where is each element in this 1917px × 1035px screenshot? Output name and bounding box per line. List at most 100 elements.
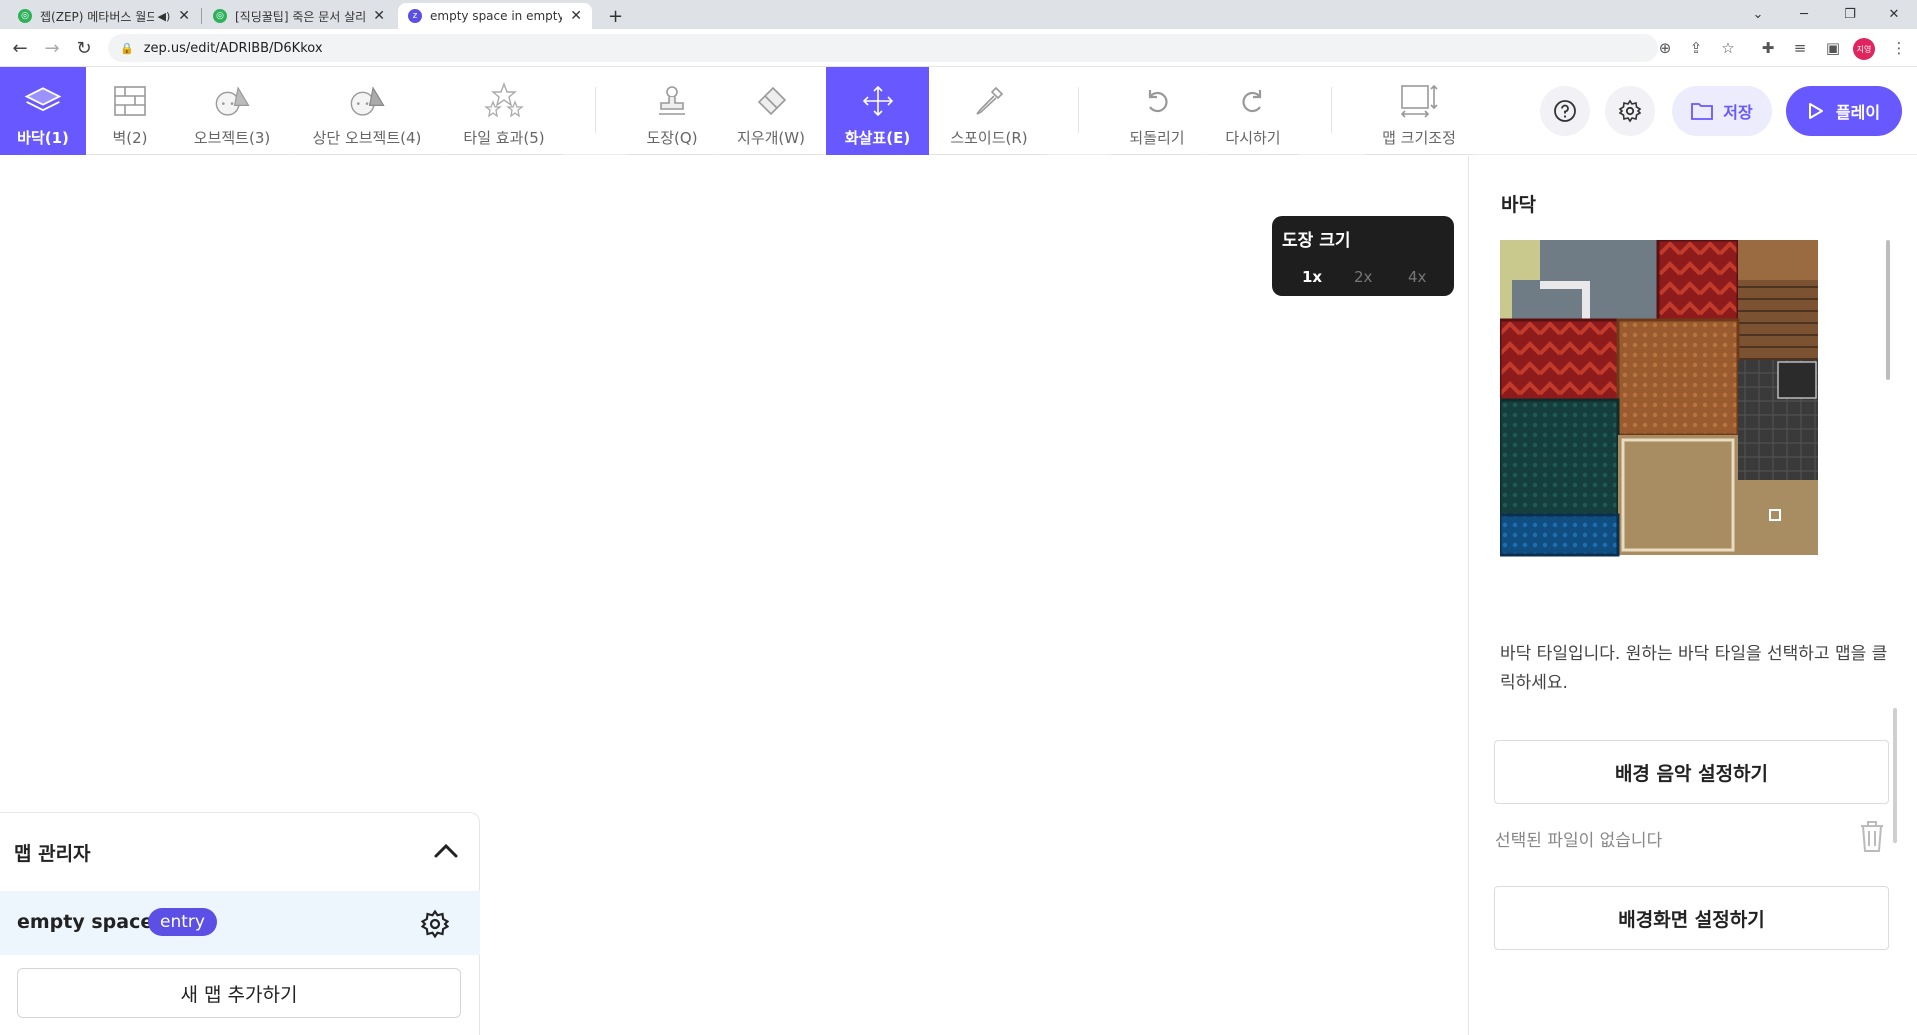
bookmark-star-icon[interactable]: ☆ xyxy=(1714,34,1742,62)
profile-avatar[interactable]: 지영 xyxy=(1853,38,1875,60)
undo-icon xyxy=(1137,81,1177,121)
redo-label: 다시하기 xyxy=(1225,129,1281,147)
tile-effect-stars-icon xyxy=(484,81,524,121)
layer-tile-effect-button[interactable]: 타일 효과(5) xyxy=(444,67,564,155)
url-text: zep.us/edit/ADRlBB/D6Kkox xyxy=(143,40,323,56)
tab-title: empty space in empty space - Z xyxy=(430,9,563,23)
layer-label: 상단 오브젝트(4) xyxy=(312,129,422,147)
layer-label: 바닥(1) xyxy=(17,129,69,147)
background-settings-button[interactable]: 배경화면 설정하기 xyxy=(1494,886,1889,950)
tab-search-icon[interactable]: ⌄ xyxy=(1735,0,1781,29)
tool-label: 도장(Q) xyxy=(646,129,698,147)
tool-eyedropper-button[interactable]: 스포이드(R) xyxy=(931,67,1047,155)
layer-label: 오브젝트(3) xyxy=(193,129,271,147)
tab-title: 젭(ZEP) 메타버스 월드 만들 xyxy=(40,9,154,24)
brush-size-title: 도장 크기 xyxy=(1282,231,1351,251)
plus-icon: + xyxy=(608,5,624,27)
window-close-icon[interactable]: ✕ xyxy=(1871,0,1917,29)
zoom-icon[interactable]: ⊕ xyxy=(1651,34,1679,62)
lock-icon: 🔒 xyxy=(120,41,134,55)
tileset-scrollbar[interactable] xyxy=(1886,240,1890,380)
play-button[interactable]: 플레이 xyxy=(1786,86,1902,136)
new-tab-button[interactable]: + xyxy=(598,3,628,29)
tool-label: 화살표(E) xyxy=(844,129,911,147)
trash-icon[interactable] xyxy=(1857,818,1887,854)
browser-tab-1[interactable]: ◎ 젭(ZEP) 메타버스 월드 만들 ◀) ✕ xyxy=(8,3,200,29)
floor-tileset-palette[interactable] xyxy=(1500,240,1854,624)
resize-map-button[interactable]: 맵 크기조정 xyxy=(1364,67,1474,155)
background-button-label: 배경화면 설정하기 xyxy=(1618,908,1765,931)
zep-green-icon: ◎ xyxy=(18,9,32,23)
map-name: empty space xyxy=(17,911,154,933)
forward-icon[interactable]: → xyxy=(38,34,66,62)
eraser-icon xyxy=(751,81,791,121)
map-list-item[interactable]: empty space entry xyxy=(0,891,480,955)
bgm-settings-button[interactable]: 배경 음악 설정하기 xyxy=(1494,740,1889,804)
eyedropper-icon xyxy=(969,81,1009,121)
move-arrows-icon xyxy=(858,81,898,121)
media-icon[interactable]: ≡ xyxy=(1786,34,1814,62)
zep-green-icon: ◎ xyxy=(213,9,227,23)
help-circle-icon xyxy=(1554,100,1576,122)
add-map-button[interactable]: 새 맵 추가하기 xyxy=(17,968,461,1018)
close-icon[interactable]: ✕ xyxy=(570,8,582,24)
share-icon[interactable]: ⇪ xyxy=(1682,34,1710,62)
close-icon[interactable]: ✕ xyxy=(373,8,385,24)
object-icon xyxy=(212,81,252,121)
wall-brick-icon xyxy=(110,81,150,121)
brush-size-popup: 도장 크기 1x 2x 4x xyxy=(1272,216,1454,296)
speaker-icon[interactable]: ◀) xyxy=(158,10,171,23)
map-canvas[interactable] xyxy=(0,156,1468,812)
tab-title: [직딩꿀팁] 죽은 문서 살리는 인 xyxy=(235,9,366,24)
redo-button[interactable]: 다시하기 xyxy=(1206,67,1300,155)
panel-scrollbar[interactable] xyxy=(1893,708,1897,843)
close-icon[interactable]: ✕ xyxy=(178,8,190,24)
zep-purple-icon: z xyxy=(408,9,422,23)
reload-icon[interactable]: ↻ xyxy=(70,34,98,62)
layer-top-object-button[interactable]: 상단 오브젝트(4) xyxy=(292,67,442,155)
layer-floor-button[interactable]: 바닥(1) xyxy=(0,67,86,155)
minimize-icon[interactable]: ─ xyxy=(1781,0,1827,29)
toolbar-divider xyxy=(595,87,596,133)
help-button[interactable] xyxy=(1540,86,1590,136)
restore-icon[interactable]: ❐ xyxy=(1827,0,1873,29)
layer-label: 벽(2) xyxy=(112,129,148,147)
chevron-up-icon[interactable] xyxy=(430,835,462,867)
entry-badge: entry xyxy=(148,908,217,936)
tool-eraser-button[interactable]: 지우개(W) xyxy=(719,67,823,155)
layer-object-button[interactable]: 오브젝트(3) xyxy=(174,67,290,155)
toolbar-divider xyxy=(1331,87,1332,133)
back-icon[interactable]: ← xyxy=(6,34,34,62)
add-map-label: 새 맵 추가하기 xyxy=(180,983,298,1006)
resize-map-icon xyxy=(1399,81,1439,121)
map-manager-panel: 맵 관리자 empty space entry 새 맵 추가하기 xyxy=(0,812,480,1035)
tool-arrow-button[interactable]: 화살표(E) xyxy=(826,67,929,155)
tile-panel: 바닥 바닥 타일입니다. 원하는 바닥 타일을 선택하고 맵을 클릭하세요. 배… xyxy=(1468,156,1917,1035)
browser-tab-2[interactable]: ◎ [직딩꿀팁] 죽은 문서 살리는 인 ✕ xyxy=(203,3,395,29)
brush-size-4x[interactable]: 4x xyxy=(1408,268,1426,286)
undo-button[interactable]: 되돌리기 xyxy=(1110,67,1204,155)
toolbar-divider xyxy=(1078,87,1079,133)
resize-label: 맵 크기조정 xyxy=(1382,129,1456,147)
browser-tab-3-active[interactable]: z empty space in empty space - Z ✕ xyxy=(398,3,592,29)
play-icon xyxy=(1808,103,1823,119)
panel-title: 바닥 xyxy=(1501,194,1536,216)
tab-separator xyxy=(201,8,202,24)
side-panel-icon[interactable]: ▣ xyxy=(1819,34,1847,62)
layer-wall-button[interactable]: 벽(2) xyxy=(86,67,174,155)
browser-address-bar: ← → ↻ 🔒 zep.us/edit/ADRlBB/D6Kkox ⊕ ⇪ ☆ … xyxy=(0,29,1917,67)
gear-icon[interactable] xyxy=(420,909,450,939)
browser-tab-strip: ◎ 젭(ZEP) 메타버스 월드 만들 ◀) ✕ ◎ [직딩꿀팁] 죽은 문서 … xyxy=(0,0,1917,29)
tool-stamp-button[interactable]: 도장(Q) xyxy=(627,67,717,155)
menu-kebab-icon[interactable]: ⋮ xyxy=(1885,34,1913,62)
gear-icon xyxy=(1618,99,1642,123)
brush-size-1x[interactable]: 1x xyxy=(1302,268,1322,286)
brush-size-2x[interactable]: 2x xyxy=(1354,268,1372,286)
editor-toolbar: 바닥(1) 벽(2) 오브젝트(3) 상단 오브젝트(4) 타일 효과(5) 도… xyxy=(0,67,1917,155)
url-field[interactable]: 🔒 zep.us/edit/ADRlBB/D6Kkox xyxy=(108,34,1658,62)
top-object-icon xyxy=(347,81,387,121)
save-button[interactable]: 저장 xyxy=(1672,86,1772,136)
settings-button[interactable] xyxy=(1605,86,1655,136)
extensions-icon[interactable]: ✚ xyxy=(1754,34,1782,62)
tool-label: 스포이드(R) xyxy=(950,129,1028,147)
